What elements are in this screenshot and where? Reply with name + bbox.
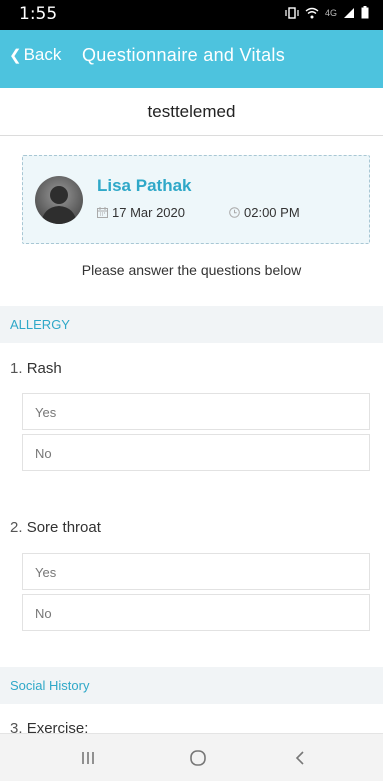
question-text: Sore throat (26, 519, 101, 536)
option-rash-no[interactable]: No (22, 434, 370, 471)
vibrate-icon (285, 6, 299, 19)
app-header: ❮ Back Questionnaire and Vitals (0, 30, 383, 88)
patient-card: Lisa Pathak 17 Mar 2020 02:00 PM (22, 155, 370, 244)
system-nav-bar (0, 733, 383, 781)
option-sore-throat-no[interactable]: No (22, 594, 370, 631)
clock-icon (229, 207, 240, 218)
status-bar: 1:55 4G (0, 0, 383, 30)
clinic-name: testtelemed (0, 88, 383, 136)
network-type: 4G (324, 7, 337, 18)
recent-apps-icon[interactable] (68, 746, 108, 770)
avatar (35, 176, 83, 224)
section-header-allergy: ALLERGY (0, 306, 383, 343)
appointment-date: 17 Mar 2020 (97, 205, 185, 220)
page-title: Questionnaire and Vitals (82, 45, 285, 65)
chevron-left-icon: ❮ (9, 47, 22, 64)
status-icons: 4G (285, 6, 369, 19)
appointment-time: 02:00 PM (229, 205, 300, 220)
section-header-social-history: Social History (0, 667, 383, 704)
appointment-date-text: 17 Mar 2020 (112, 205, 185, 220)
question-2: 2. Sore throat (10, 519, 101, 536)
option-sore-throat-yes[interactable]: Yes (22, 553, 370, 590)
back-button[interactable]: ❮ Back (9, 45, 61, 65)
instructions-text: Please answer the questions below (81, 262, 302, 278)
option-rash-yes[interactable]: Yes (22, 393, 370, 430)
status-time: 1:55 (19, 4, 58, 24)
question-1: 1. Rash (10, 360, 62, 377)
back-icon[interactable] (280, 746, 320, 770)
battery-icon (361, 6, 369, 19)
back-label: Back (23, 45, 62, 64)
calendar-icon (97, 207, 108, 218)
question-number: 1. (10, 360, 23, 377)
patient-name: Lisa Pathak (97, 176, 192, 195)
home-icon[interactable] (178, 746, 218, 770)
question-number: 2. (10, 519, 23, 536)
appointment-time-text: 02:00 PM (244, 205, 300, 220)
question-text: Rash (26, 360, 62, 377)
user-silhouette-icon (41, 186, 77, 224)
signal-icon (344, 7, 354, 18)
wifi-icon (305, 7, 319, 18)
